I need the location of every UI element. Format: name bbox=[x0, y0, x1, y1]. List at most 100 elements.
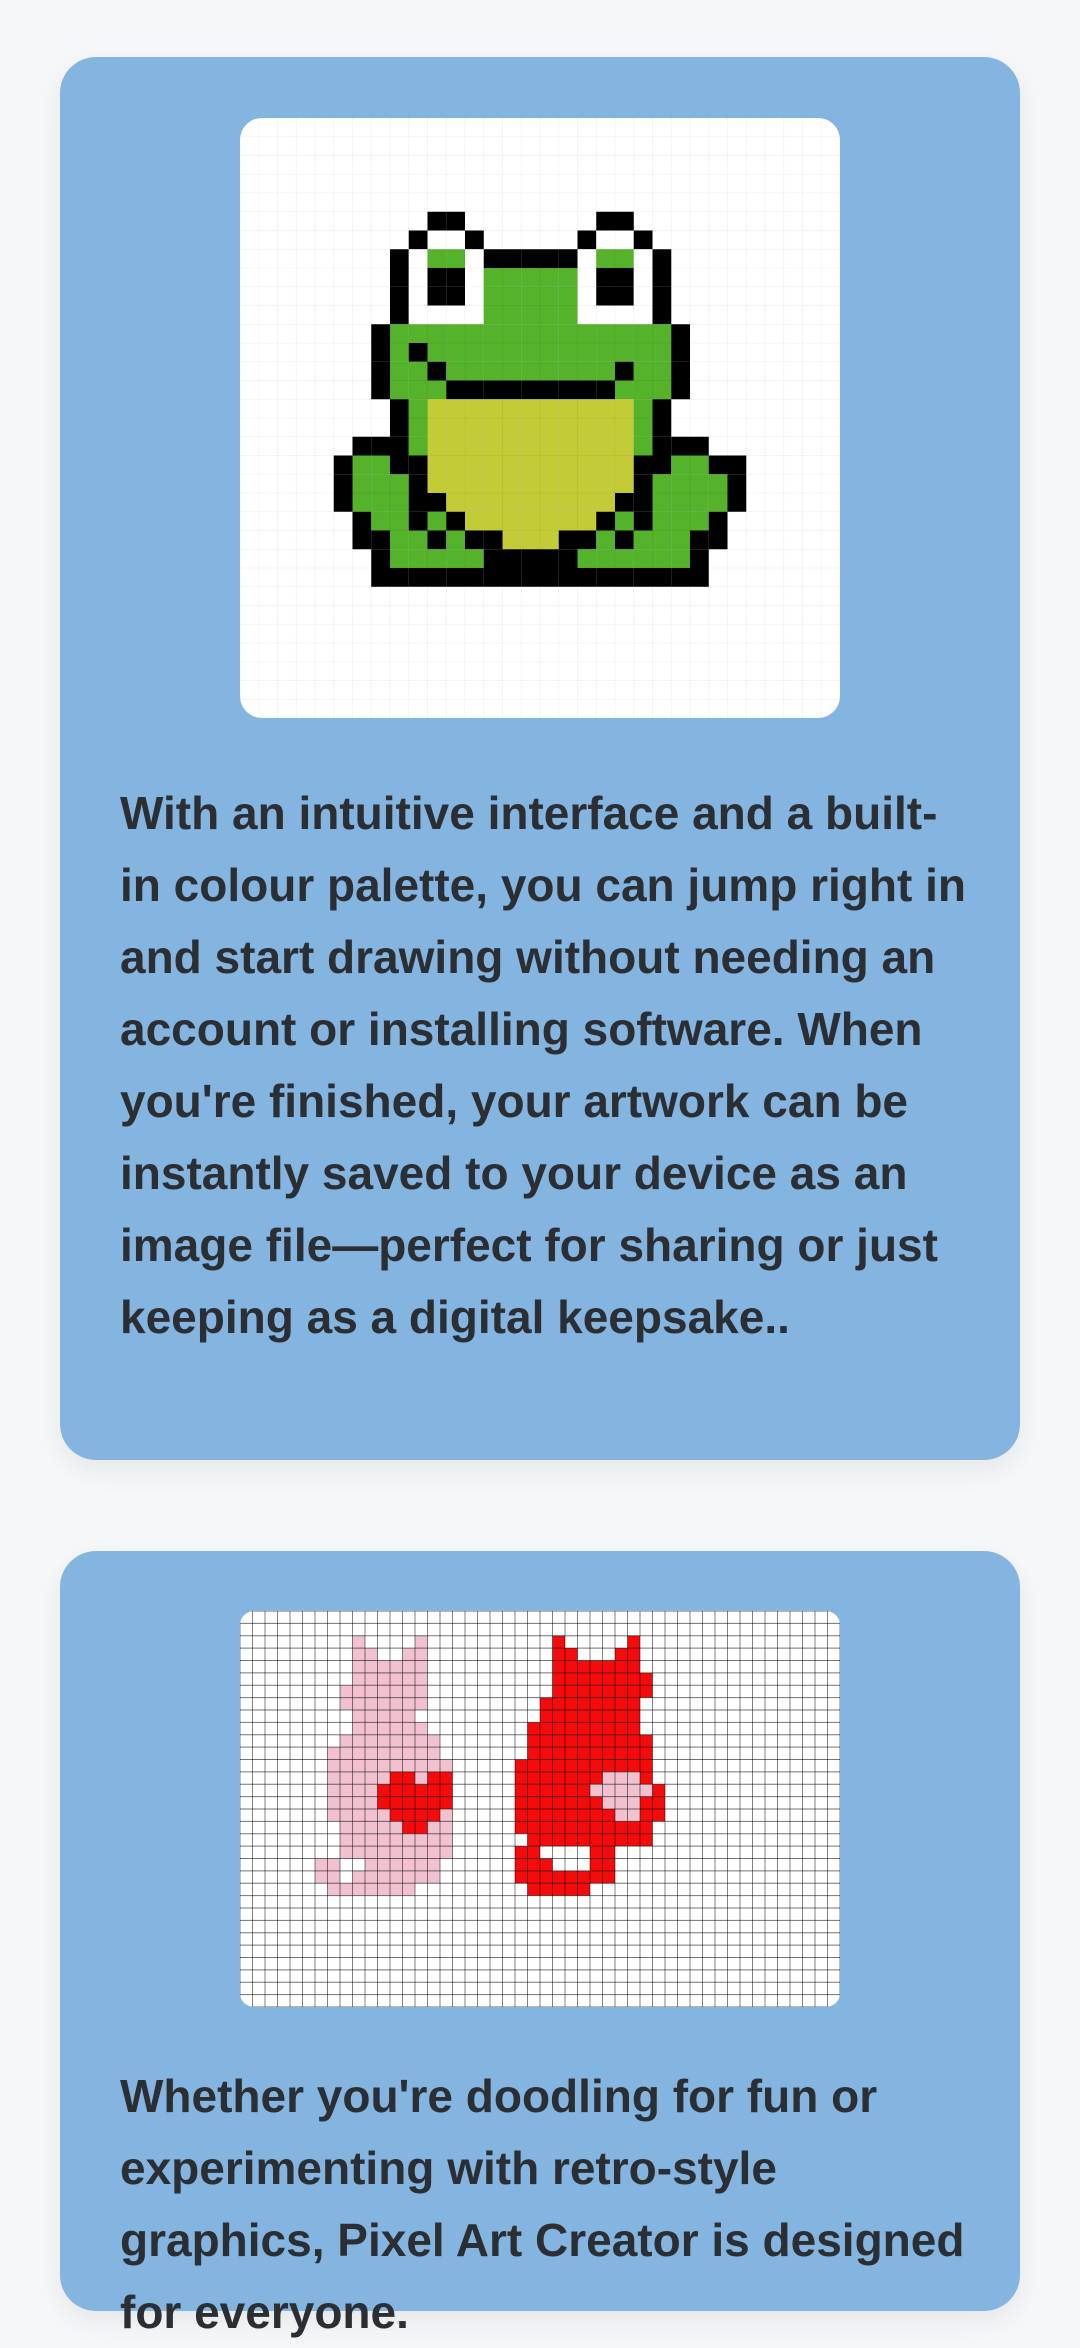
pixel bbox=[540, 493, 559, 512]
pixel bbox=[465, 549, 484, 568]
pixel bbox=[365, 1697, 378, 1710]
pixel bbox=[377, 1710, 390, 1723]
pixel bbox=[640, 1796, 653, 1809]
pixel bbox=[540, 1809, 553, 1822]
pixel bbox=[671, 493, 690, 512]
pixel bbox=[465, 399, 484, 418]
pixel bbox=[415, 1685, 428, 1698]
pixel bbox=[540, 1784, 553, 1797]
pixel bbox=[427, 1858, 440, 1871]
pixel bbox=[415, 1821, 428, 1834]
pixel bbox=[390, 493, 409, 512]
pixel bbox=[483, 530, 503, 550]
pixel bbox=[596, 511, 615, 531]
pixel bbox=[365, 1747, 378, 1760]
pixel bbox=[690, 436, 709, 456]
pixel bbox=[446, 230, 465, 250]
pixel bbox=[427, 399, 447, 418]
pixel bbox=[377, 1697, 390, 1710]
pixel bbox=[640, 1809, 653, 1822]
pixel bbox=[565, 1784, 578, 1797]
pixel bbox=[615, 1821, 628, 1834]
pixel bbox=[377, 1870, 390, 1884]
frog-pixel-art-image bbox=[240, 118, 840, 718]
pixel bbox=[427, 230, 447, 250]
pixel bbox=[596, 399, 615, 418]
pixel bbox=[440, 1796, 453, 1809]
pixel bbox=[590, 1734, 603, 1748]
pixel bbox=[465, 324, 484, 343]
pixel bbox=[390, 1784, 403, 1797]
pixel bbox=[527, 1846, 540, 1859]
pixel bbox=[402, 1784, 415, 1797]
pixel bbox=[633, 568, 653, 587]
pixel bbox=[327, 1747, 340, 1760]
frog-pixel-art bbox=[240, 118, 840, 718]
pixel bbox=[671, 380, 690, 400]
pixel bbox=[596, 324, 615, 343]
pixel bbox=[427, 1759, 440, 1772]
pixel bbox=[352, 455, 372, 475]
pixel bbox=[596, 286, 615, 306]
pixel bbox=[577, 399, 597, 418]
pixel bbox=[565, 1710, 578, 1723]
pixel bbox=[365, 1846, 378, 1859]
pixel bbox=[565, 1833, 578, 1847]
pixel bbox=[552, 1635, 565, 1649]
pixel bbox=[633, 380, 653, 400]
pixel bbox=[483, 249, 503, 268]
pixel bbox=[415, 1771, 428, 1785]
pixel bbox=[465, 361, 484, 381]
pixel bbox=[627, 1697, 640, 1710]
pixel bbox=[565, 1821, 578, 1834]
pixel bbox=[402, 1710, 415, 1723]
pixel bbox=[633, 418, 653, 437]
pixel bbox=[427, 1821, 440, 1834]
pixel bbox=[408, 268, 428, 287]
pixel bbox=[408, 399, 428, 418]
pixel bbox=[352, 511, 372, 531]
pixel bbox=[577, 268, 597, 287]
pixel bbox=[427, 1771, 440, 1785]
pixel bbox=[521, 493, 540, 512]
pixel bbox=[502, 474, 522, 493]
pixel bbox=[727, 493, 747, 512]
pixel bbox=[615, 474, 634, 493]
pixel bbox=[615, 1809, 628, 1822]
pixel bbox=[502, 455, 522, 475]
pixel bbox=[352, 1833, 365, 1847]
pixel bbox=[577, 230, 597, 250]
pixel bbox=[402, 1685, 415, 1698]
pixel bbox=[483, 455, 503, 475]
pixel bbox=[527, 1821, 540, 1834]
pixel bbox=[671, 436, 690, 456]
pixel bbox=[590, 1846, 603, 1859]
pixel bbox=[615, 1697, 628, 1710]
pixel bbox=[408, 568, 428, 587]
pixel bbox=[333, 455, 353, 475]
pixel bbox=[521, 286, 540, 306]
pixel bbox=[615, 343, 634, 362]
pixel bbox=[402, 1870, 415, 1884]
pixel bbox=[352, 1635, 365, 1649]
pixel bbox=[352, 1759, 365, 1772]
pixel bbox=[540, 1759, 553, 1772]
pixel bbox=[615, 418, 634, 437]
pixel bbox=[465, 418, 484, 437]
cats-pixel-art-image bbox=[240, 1611, 840, 2007]
pixel bbox=[633, 230, 653, 250]
pixel bbox=[352, 1660, 365, 1673]
pixel bbox=[552, 1660, 565, 1673]
pixel bbox=[408, 455, 428, 475]
pixel bbox=[408, 436, 428, 456]
pixel bbox=[352, 1809, 365, 1822]
pixel bbox=[540, 361, 559, 381]
pixel bbox=[527, 1784, 540, 1797]
pixel bbox=[340, 1833, 353, 1847]
pixel bbox=[615, 268, 634, 287]
pixel bbox=[446, 380, 465, 400]
pixel bbox=[565, 1722, 578, 1735]
pixel bbox=[565, 1796, 578, 1809]
pixel bbox=[446, 474, 465, 493]
pixel bbox=[483, 474, 503, 493]
